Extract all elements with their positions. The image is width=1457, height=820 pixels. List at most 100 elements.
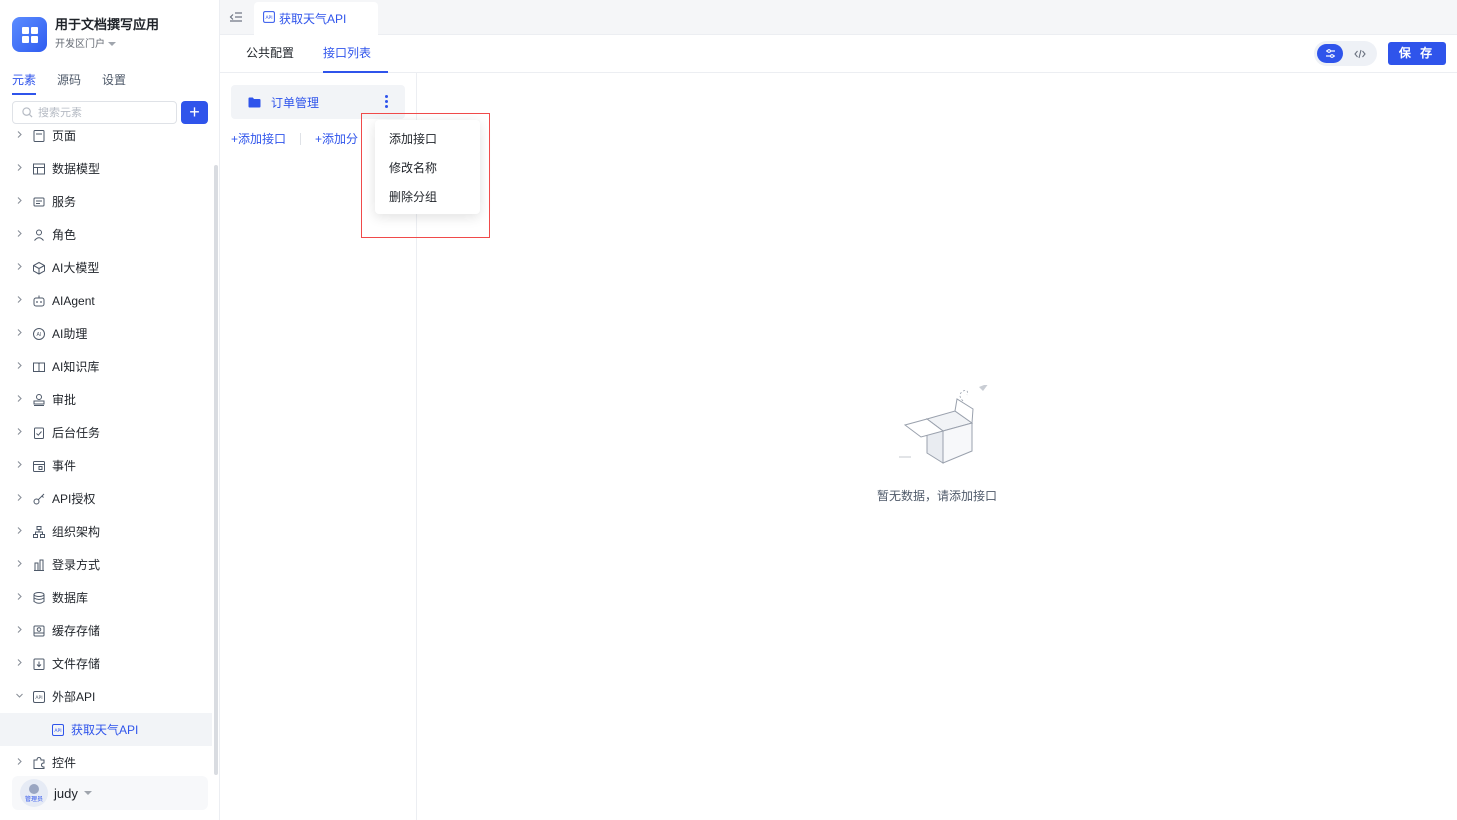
sidebar-item[interactable]: 页面 [0,119,212,152]
file-storage-icon [32,657,46,671]
search-input[interactable] [38,106,168,119]
sidebar: 用于文档撰写应用 开发区门户 元素 源码 设置 + 页面数据模型服务角色AI大模… [0,0,220,820]
chevron-right-icon[interactable] [14,427,24,439]
sidebar-item[interactable]: 控件 [0,746,212,779]
chevron-right-icon[interactable] [14,229,24,241]
add-api-link[interactable]: +添加接口 [231,130,286,147]
chevron-right-icon[interactable] [14,196,24,208]
app-root: 用于文档撰写应用 开发区门户 元素 源码 设置 + 页面数据模型服务角色AI大模… [0,0,1457,820]
user-name: judy [54,785,78,801]
svg-text:AI: AI [37,332,42,338]
svg-text:API: API [35,695,42,701]
sidebar-item[interactable]: 文件存储 [0,647,212,680]
puzzle-icon [32,756,46,770]
file-tab[interactable]: API 获取天气API [254,2,378,35]
visual-mode-button[interactable] [1317,44,1343,63]
tab-api-list[interactable]: 接口列表 [323,35,388,73]
chevron-right-icon[interactable] [14,163,24,175]
chevron-right-icon[interactable] [14,757,24,769]
stamp-icon [32,393,46,407]
menu-item-delete-group[interactable]: 删除分组 [375,183,480,212]
chevron-right-icon[interactable] [14,559,24,571]
tab-elements[interactable]: 元素 [12,71,37,95]
service-icon [32,195,46,209]
sidebar-item-label: AI助理 [52,327,88,341]
menu-item-add-api[interactable]: 添加接口 [375,125,480,154]
org-icon [32,525,46,539]
sidebar-item[interactable]: 审批 [0,383,212,416]
sidebar-item-label: 外部API [52,690,96,704]
chevron-right-icon[interactable] [14,592,24,604]
sidebar-item-label: 后台任务 [52,426,101,440]
sidebar-item-label: 数据模型 [52,162,101,176]
caret-down-icon [83,791,92,795]
sidebar-item[interactable]: 数据库 [0,581,212,614]
sidebar-item[interactable]: 数据模型 [0,152,212,185]
sidebar-item-label: 服务 [52,195,77,209]
empty-state: 暂无数据，请添加接口 [417,73,1457,820]
chevron-right-icon[interactable] [14,130,24,142]
more-vertical-icon[interactable] [385,95,389,108]
sidebar-item[interactable]: 服务 [0,185,212,218]
tab-public-config[interactable]: 公共配置 [246,35,294,73]
tab-settings[interactable]: 设置 [102,71,126,95]
subtab-bar: 公共配置 接口列表 保 存 [220,35,1457,73]
sidebar-item[interactable]: 组织架构 [0,515,212,548]
svg-text:API: API [265,15,272,21]
chevron-right-icon[interactable] [14,493,24,505]
sidebar-item[interactable]: 后台任务 [0,416,212,449]
empty-text: 暂无数据，请添加接口 [876,489,997,503]
sidebar-item[interactable]: AI AI助理 [0,317,212,350]
sidebar-item-label: 数据库 [52,591,89,605]
chevron-right-icon[interactable] [14,658,24,670]
sidebar-item[interactable]: 登录方式 [0,548,212,581]
sidebar-item-label: 获取天气API [71,723,139,737]
group-item[interactable]: 订单管理 [231,85,405,119]
file-tab-label: 获取天气API [279,12,347,26]
sidebar-item[interactable]: API 外部API [0,680,212,713]
code-mode-button[interactable] [1347,44,1373,63]
book-icon [32,360,46,374]
divider [300,132,302,145]
api-icon: API [263,11,275,26]
sidebar-item[interactable]: AI知识库 [0,350,212,383]
user-menu[interactable]: 管理员 judy [12,776,208,810]
sidebar-item[interactable]: 角色 [0,218,212,251]
chevron-right-icon[interactable] [14,526,24,538]
sidebar-item[interactable]: AI大模型 [0,251,212,284]
save-button[interactable]: 保 存 [1388,42,1446,65]
menu-item-rename[interactable]: 修改名称 [375,154,480,183]
chevron-right-icon[interactable] [14,394,24,406]
avatar: 管理员 [20,779,48,807]
empty-box-icon [899,385,988,464]
sidebar-item[interactable]: API授权 [0,482,212,515]
chevron-right-icon[interactable] [14,328,24,340]
sidebar-tabs: 元素 源码 设置 [12,71,126,95]
chevron-right-icon[interactable] [14,625,24,637]
add-group-link[interactable]: +添加分 [315,130,358,147]
sidebar-item[interactable]: API 获取天气API [0,713,212,746]
chevron-right-icon[interactable] [14,295,24,307]
sidebar-item-label: AI大模型 [52,261,100,275]
sidebar-item-label: 登录方式 [52,558,101,572]
sidebar-item-label: AI知识库 [52,360,100,374]
app-header[interactable]: 用于文档撰写应用 开发区门户 [12,16,159,53]
chevron-right-icon[interactable] [14,460,24,472]
sidebar-item[interactable]: AIAgent [0,284,212,317]
event-icon [32,459,46,473]
database-icon [32,591,46,605]
sidebar-scrollbar[interactable] [214,165,218,775]
chevron-down-icon[interactable] [14,691,24,703]
chevron-right-icon[interactable] [14,361,24,373]
collapse-sidebar-icon[interactable] [229,10,243,24]
panel-actions: +添加接口 +添加分 [231,130,358,147]
sidebar-item-label: 组织架构 [52,525,101,539]
app-logo-icon [12,17,47,52]
app-env-switch[interactable]: 开发区门户 [55,37,159,53]
tab-source[interactable]: 源码 [57,71,81,95]
sidebar-item[interactable]: 事件 [0,449,212,482]
key-icon [32,492,46,506]
sidebar-item[interactable]: 缓存存储 [0,614,212,647]
chevron-right-icon[interactable] [14,262,24,274]
page-icon [32,129,46,143]
